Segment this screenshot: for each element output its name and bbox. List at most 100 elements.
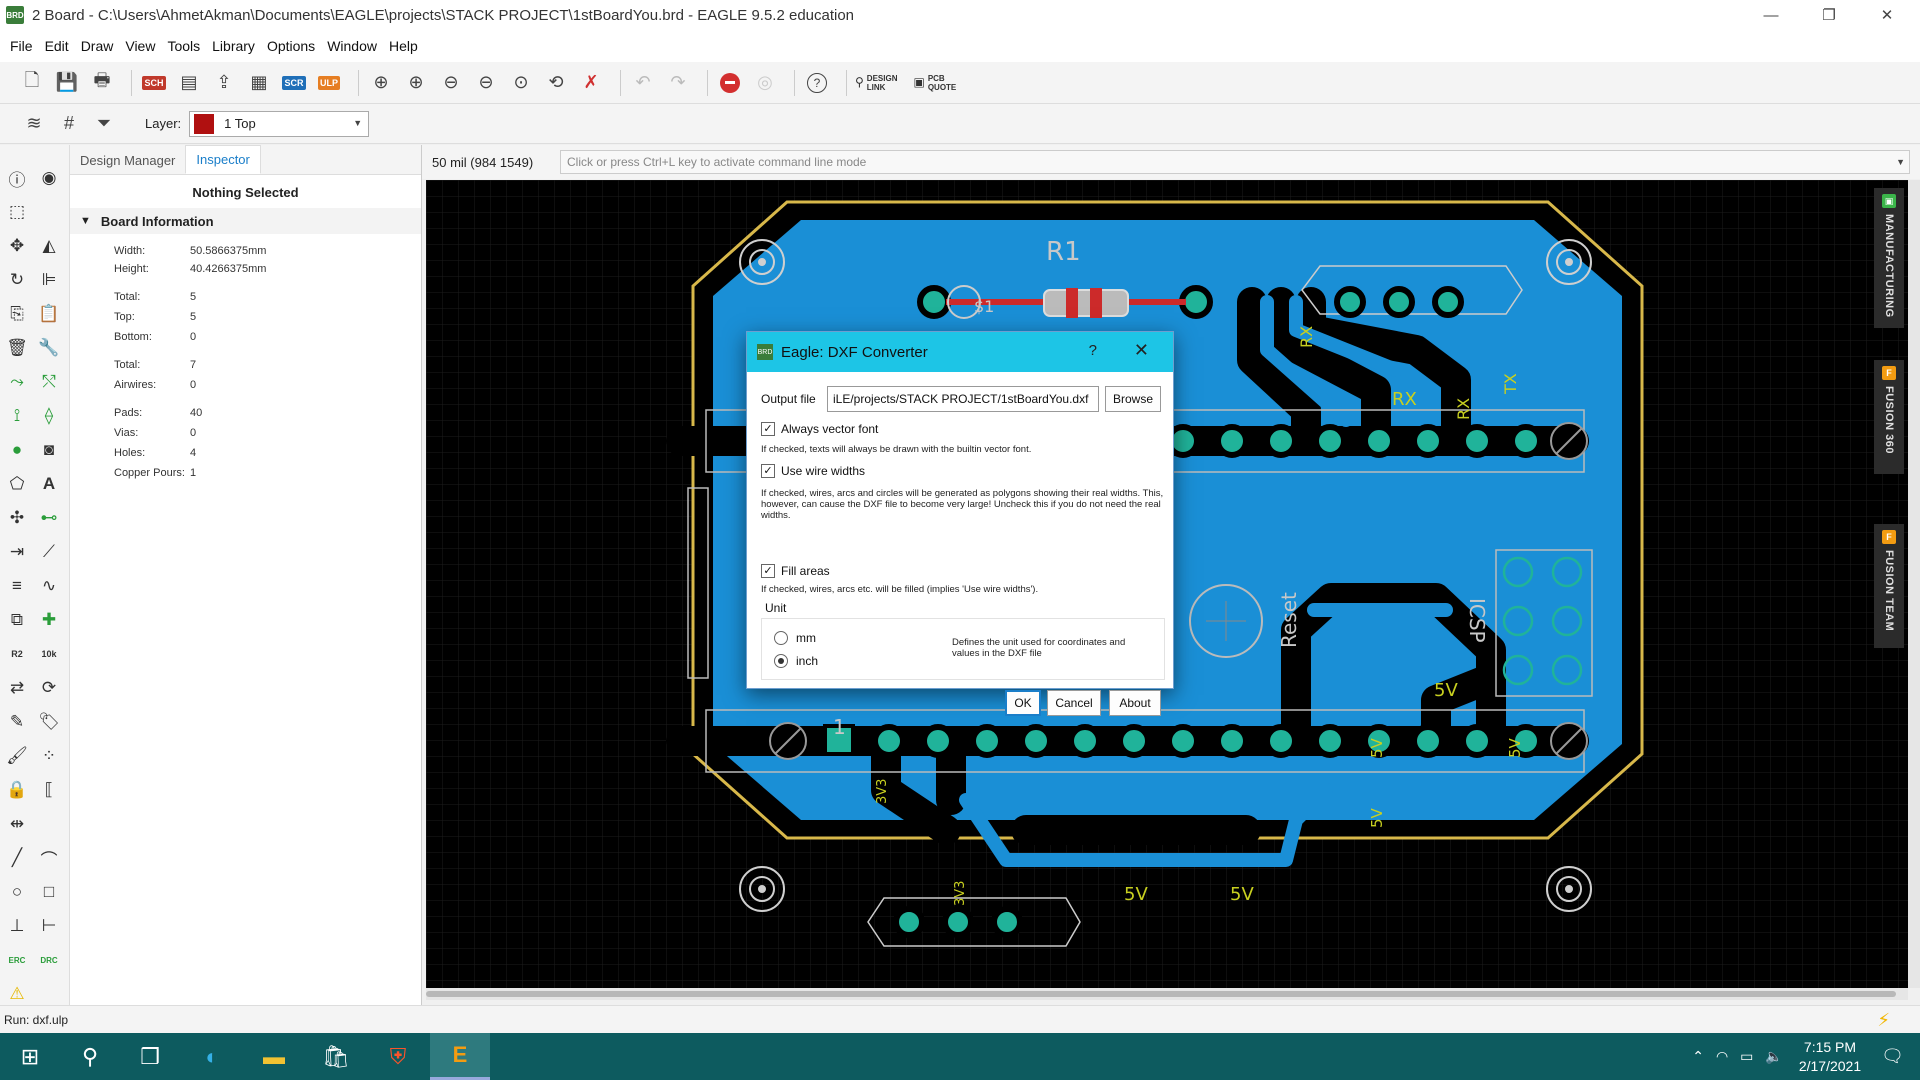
select-icon[interactable]: ⬚ — [4, 199, 30, 225]
ulp-button[interactable]: ULP — [315, 69, 343, 97]
tab-inspector[interactable]: Inspector — [185, 145, 261, 174]
zoom-in-icon[interactable]: ⊕ — [402, 69, 430, 97]
lock-icon[interactable]: 🔒 — [4, 777, 30, 803]
rectangle-icon[interactable]: □ — [36, 879, 62, 905]
info-icon[interactable]: ⓘ — [4, 165, 30, 191]
maximize-button[interactable]: ❐ — [1806, 0, 1852, 30]
scrollbar-thumb[interactable] — [426, 991, 1896, 997]
split-icon[interactable]: ✣ — [4, 505, 30, 531]
warning-icon[interactable]: ⚠ — [4, 981, 30, 1007]
smash-icon[interactable]: ✎ — [4, 709, 30, 735]
pcb-quote-button[interactable]: ▣ PCB QUOTE — [913, 74, 956, 92]
menu-file[interactable]: File — [4, 38, 39, 54]
autoroute-icon[interactable]: ⟟ — [4, 403, 30, 429]
tray-chevron-icon[interactable]: ⌃ — [1692, 1048, 1704, 1065]
dialog-help-button[interactable]: ? — [1089, 342, 1097, 359]
minimize-button[interactable]: — — [1748, 0, 1794, 30]
design-link-button[interactable]: ⚲ DESIGN LINK — [855, 74, 897, 92]
replace-icon[interactable]: ⟳ — [36, 675, 62, 701]
undo-icon[interactable]: ↶ — [629, 69, 657, 97]
menu-options[interactable]: Options — [261, 38, 321, 54]
export-icon[interactable]: ⇪ — [210, 69, 238, 97]
copy-icon[interactable]: ⎘ — [4, 301, 30, 327]
horizontal-scrollbar[interactable] — [426, 988, 1908, 1000]
unit-mm-radio[interactable] — [774, 631, 788, 645]
menu-draw[interactable]: Draw — [75, 38, 120, 54]
circle-icon[interactable]: ○ — [4, 879, 30, 905]
cancel-button[interactable]: Cancel — [1047, 690, 1101, 716]
hole-icon[interactable]: ◙ — [36, 437, 62, 463]
route-icon[interactable]: ⤳ — [4, 369, 30, 395]
redo-icon[interactable]: ↷ — [664, 69, 692, 97]
command-history-arrow-icon[interactable]: ▼ — [1896, 157, 1905, 167]
board-3d-icon[interactable]: ▦ — [245, 69, 273, 97]
output-file-field[interactable]: iLE/projects/STACK PROJECT/1stBoardYou.d… — [827, 386, 1099, 412]
filter-icon[interactable]: ⏷ — [90, 110, 118, 138]
redraw-icon[interactable]: ⟲ — [542, 69, 570, 97]
move-icon[interactable]: ✥ — [4, 233, 30, 259]
file-explorer-icon[interactable]: ▬ — [244, 1033, 304, 1080]
arc-icon[interactable]: ⌒ — [36, 845, 62, 871]
save-icon[interactable]: 💾 — [53, 69, 81, 97]
new-file-icon[interactable]: 🗋 — [18, 69, 46, 97]
wifi-icon[interactable]: ◠ — [1716, 1048, 1728, 1065]
ok-button[interactable]: OK — [1005, 690, 1041, 716]
task-view-icon[interactable]: ❒ — [120, 1033, 180, 1080]
tab-fusion-360[interactable]: F FUSION 360 — [1874, 360, 1904, 474]
line-icon[interactable]: ╱ — [4, 845, 30, 871]
mirror-icon[interactable]: ◭ — [36, 233, 62, 259]
menu-library[interactable]: Library — [206, 38, 261, 54]
print-icon[interactable]: 🖶 — [88, 69, 116, 97]
tab-design-manager[interactable]: Design Manager — [70, 147, 185, 174]
cam-icon[interactable]: ▤ — [175, 69, 203, 97]
wire-widths-checkbox[interactable]: ✓ — [761, 464, 775, 478]
ratsnest-icon[interactable]: ✗ — [577, 69, 605, 97]
polygon-icon[interactable]: ⬠ — [4, 471, 30, 497]
text-icon[interactable]: A — [36, 471, 62, 497]
script-button[interactable]: SCR — [280, 69, 308, 97]
name-icon[interactable]: R2 — [4, 641, 30, 667]
menu-view[interactable]: View — [119, 38, 161, 54]
edge-browser-icon[interactable]: ◐ — [182, 1033, 242, 1080]
menu-tools[interactable]: Tools — [161, 38, 206, 54]
zoom-previous-icon[interactable]: ⊙ — [507, 69, 535, 97]
route-multi-icon[interactable]: ⟠ — [36, 403, 62, 429]
split-line-icon[interactable]: ⇹ — [4, 811, 30, 837]
help-icon[interactable]: ? — [803, 69, 831, 97]
unit-inch-radio[interactable] — [774, 654, 788, 668]
slice-icon[interactable]: ⟋ — [36, 539, 62, 565]
align-icon[interactable]: ⊫ — [36, 267, 62, 293]
paint-icon[interactable]: 🖌 — [4, 743, 30, 769]
zoom-out-icon[interactable]: ⊖ — [437, 69, 465, 97]
attribute-icon[interactable]: 🏷 — [36, 709, 62, 735]
battery-icon[interactable]: ▭ — [1740, 1048, 1753, 1065]
menu-help[interactable]: Help — [383, 38, 424, 54]
via-icon[interactable]: ● — [4, 437, 30, 463]
about-button[interactable]: About — [1109, 690, 1161, 716]
taskbar-clock[interactable]: 7:15 PM 2/17/2021 — [1799, 1038, 1861, 1076]
add-part-icon[interactable]: ✚ — [36, 607, 62, 633]
windows-start-icon[interactable]: ⊞ — [0, 1033, 60, 1080]
zoom-fit-icon[interactable]: ⊕ — [367, 69, 395, 97]
optimize-icon[interactable]: ⁘ — [36, 743, 62, 769]
wrench-icon[interactable]: 🔧 — [36, 335, 62, 361]
tune-icon[interactable]: ∿ — [36, 573, 62, 599]
dimension-icon[interactable]: ⟦ — [36, 777, 62, 803]
board-info-section[interactable]: ▼ Board Information — [70, 208, 421, 234]
search-icon[interactable]: ⚲ — [60, 1033, 120, 1080]
vector-font-checkbox[interactable]: ✓ — [761, 422, 775, 436]
eagle-taskbar-icon[interactable]: E — [430, 1033, 490, 1080]
close-button[interactable]: ✕ — [1864, 0, 1910, 30]
notification-icon[interactable]: 🗨 — [1881, 1046, 1904, 1067]
drc-icon[interactable]: DRC — [36, 947, 62, 973]
group-icon[interactable]: ⧉ — [4, 607, 30, 633]
tab-manufacturing[interactable]: ▣ MANUFACTURING — [1874, 188, 1904, 328]
go-icon[interactable]: ◎ — [751, 69, 779, 97]
lightning-icon[interactable]: ⚡ — [1877, 1010, 1890, 1031]
dialog-title-bar[interactable]: BRD Eagle: DXF Converter ? ✕ — [747, 332, 1173, 372]
paste-icon[interactable]: 📋 — [36, 301, 62, 327]
zoom-select-icon[interactable]: ⊖ — [472, 69, 500, 97]
swap-icon[interactable]: ⇄ — [4, 675, 30, 701]
meander-icon[interactable]: ≡ — [4, 573, 30, 599]
menu-edit[interactable]: Edit — [39, 38, 75, 54]
